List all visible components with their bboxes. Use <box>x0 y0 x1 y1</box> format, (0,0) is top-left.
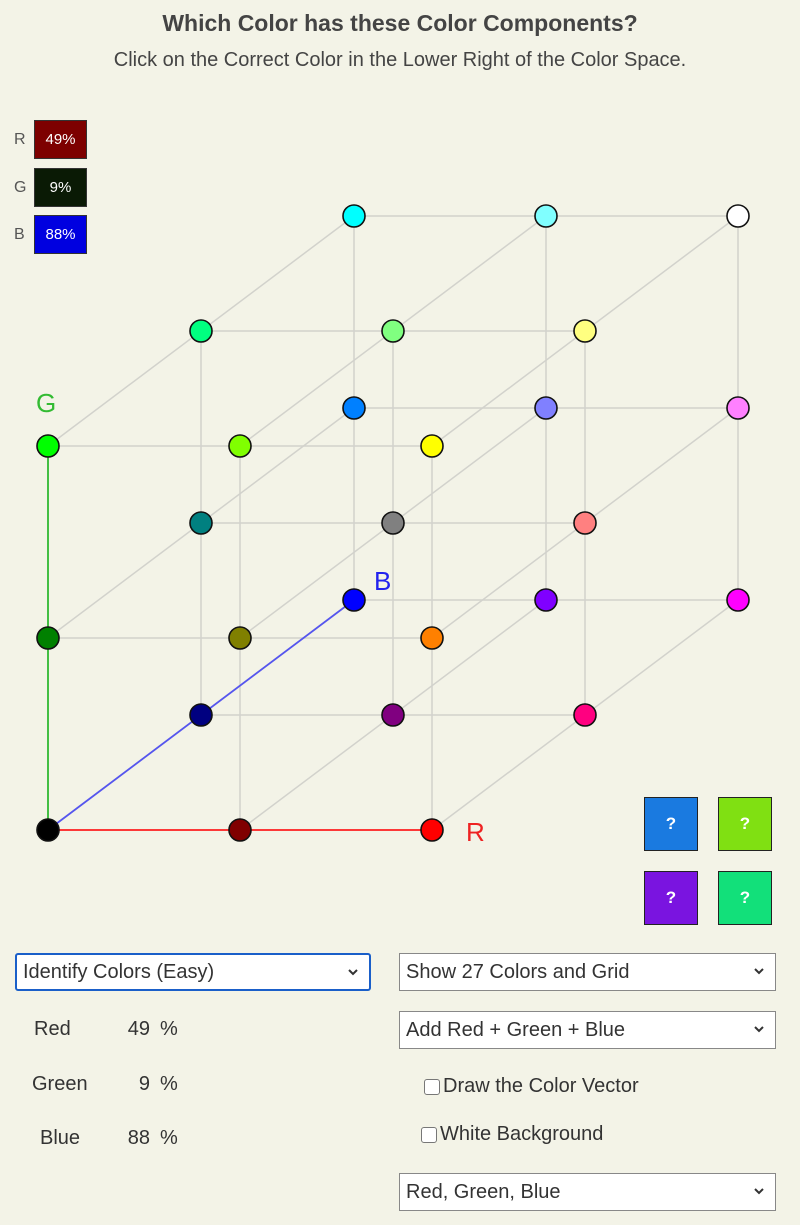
color-point-spring-green[interactable] <box>189 319 213 343</box>
mode-select-value: Identify Colors (Easy) <box>23 960 215 983</box>
color-cube[interactable]: G B R <box>0 0 800 900</box>
color-point-light-green[interactable] <box>381 319 405 343</box>
color-point-light-cyan[interactable] <box>534 204 558 228</box>
answer-choice-3[interactable]: ? <box>644 871 698 925</box>
readout-blue-unit: % <box>160 1127 178 1149</box>
display-select[interactable]: Show 27 Colors and Grid <box>399 953 776 991</box>
answer-choice-1[interactable]: ? <box>644 797 698 851</box>
color-point-azure[interactable] <box>342 396 366 420</box>
checkbox-box[interactable] <box>421 1126 437 1143</box>
readout-red-unit: % <box>160 1018 178 1040</box>
draw-vector-checkbox[interactable]: Draw the Color Vector <box>424 1075 639 1098</box>
readout-green-unit: % <box>160 1073 178 1095</box>
color-point-white[interactable] <box>726 204 750 228</box>
readout-red-label: Red <box>34 1018 71 1040</box>
answer-choice-2[interactable]: ? <box>718 797 772 851</box>
color-point-pink[interactable] <box>726 396 750 420</box>
chevron-down-icon <box>754 1026 764 1033</box>
mixing-select[interactable]: Add Red + Green + Blue <box>399 1011 776 1049</box>
answer-choice-4[interactable]: ? <box>718 871 772 925</box>
chevron-down-icon <box>348 969 358 976</box>
color-point-periwinkle[interactable] <box>534 396 558 420</box>
color-point-cyan[interactable] <box>342 204 366 228</box>
color-point-black[interactable] <box>36 818 60 842</box>
color-point-light-yellow[interactable] <box>573 319 597 343</box>
color-point-purple[interactable] <box>381 703 405 727</box>
color-point-chartreuse[interactable] <box>228 434 252 458</box>
color-point-gray[interactable] <box>381 511 405 535</box>
color-point-red[interactable] <box>420 818 444 842</box>
draw-vector-label: Draw the Color Vector <box>443 1075 639 1097</box>
color-point-maroon[interactable] <box>228 818 252 842</box>
color-point-dark-green[interactable] <box>36 626 60 650</box>
color-model-select[interactable]: Red, Green, Blue <box>399 1173 776 1211</box>
color-points[interactable] <box>36 204 750 842</box>
readout-green-label: Green <box>32 1073 88 1095</box>
mixing-select-value: Add Red + Green + Blue <box>406 1018 626 1041</box>
chevron-down-icon <box>754 968 764 975</box>
color-point-violet[interactable] <box>534 588 558 612</box>
color-point-navy[interactable] <box>189 703 213 727</box>
color-point-teal[interactable] <box>189 511 213 535</box>
color-point-salmon[interactable] <box>573 511 597 535</box>
color-point-yellow[interactable] <box>420 434 444 458</box>
readout-blue-label: Blue <box>40 1127 81 1149</box>
color-point-olive[interactable] <box>228 626 252 650</box>
color-point-deep-pink[interactable] <box>573 703 597 727</box>
axis-label-r: R <box>466 817 485 847</box>
readout-red-value: 49 <box>127 1018 150 1040</box>
chevron-down-icon <box>754 1188 764 1195</box>
axis-label-b: B <box>374 566 391 596</box>
color-point-green[interactable] <box>36 434 60 458</box>
axis-label-g: G <box>36 388 56 418</box>
checkbox-box[interactable] <box>424 1078 440 1095</box>
color-point-orange[interactable] <box>420 626 444 650</box>
color-point-blue[interactable] <box>342 588 366 612</box>
readout-blue-value: 88 <box>127 1127 150 1149</box>
color-point-magenta[interactable] <box>726 588 750 612</box>
display-select-value: Show 27 Colors and Grid <box>406 960 630 983</box>
white-background-label: White Background <box>440 1123 604 1145</box>
color-model-select-value: Red, Green, Blue <box>406 1180 561 1203</box>
readout-green-value: 9 <box>138 1073 150 1095</box>
mode-select[interactable]: Identify Colors (Easy) <box>15 953 371 991</box>
white-background-checkbox[interactable]: White Background <box>421 1123 603 1146</box>
